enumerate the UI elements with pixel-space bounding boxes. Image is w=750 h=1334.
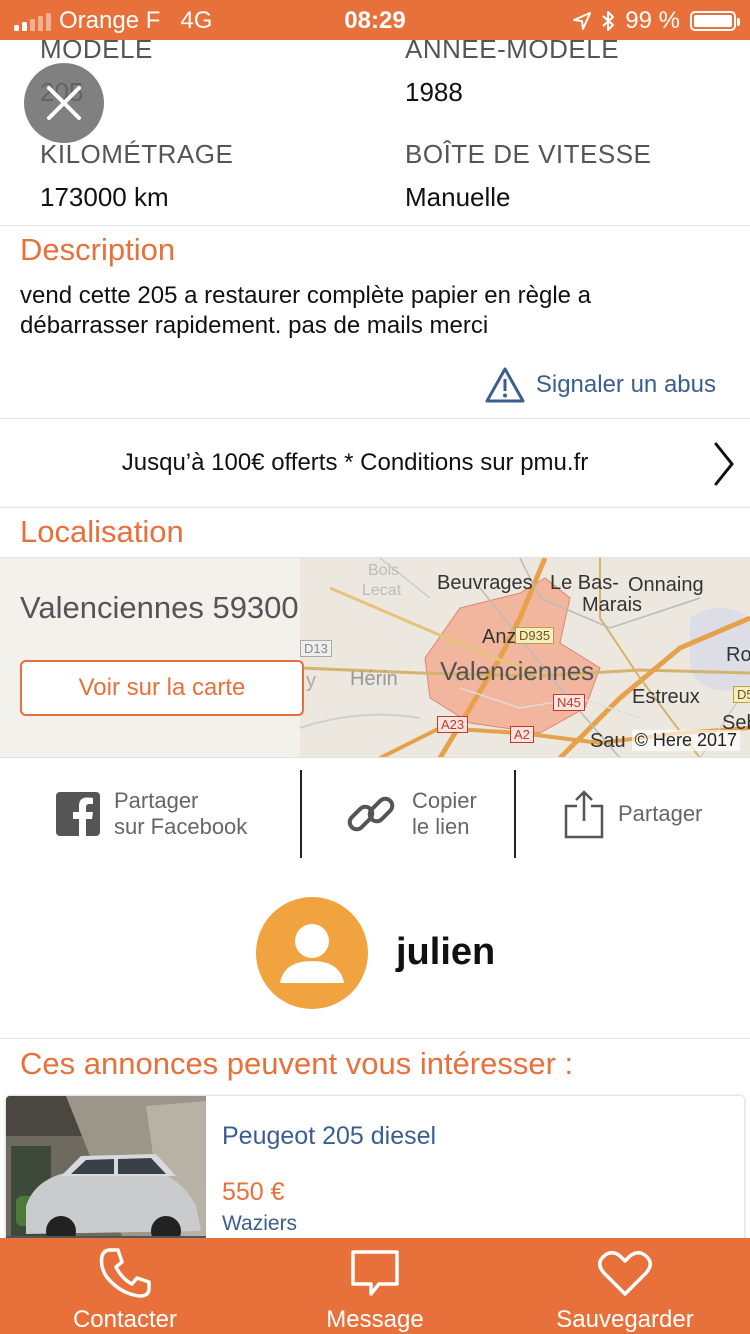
- heart-icon: [598, 1251, 652, 1296]
- listing-card[interactable]: Peugeot 205 diesel 550 € Waziers: [6, 1096, 744, 1246]
- listing-price: 550 €: [222, 1178, 285, 1206]
- map-label: Estreux: [632, 686, 700, 708]
- phone-icon: [99, 1248, 151, 1298]
- user-icon: [280, 924, 344, 983]
- report-abuse-label: Signaler un abus: [535, 371, 716, 398]
- map-label: Sau: [590, 730, 626, 752]
- map-label: Bois: [368, 562, 400, 579]
- bluetooth-icon: [602, 11, 615, 31]
- map-label: Valenciennes: [440, 656, 595, 686]
- contact-label: Contacter: [72, 1306, 178, 1333]
- road-shield: A23: [437, 716, 469, 733]
- attr-label: ANNÉE-MODÈLE: [405, 40, 620, 64]
- share-row: Partager sur Facebook Copier le lien Par…: [0, 770, 750, 858]
- recommendations-title: Ces annonces peuvent vous intéresser :: [20, 1046, 574, 1081]
- description-text: vend cette 205 a restaurer complète papi…: [20, 282, 592, 339]
- copy-link-button[interactable]: Copier le lien: [344, 770, 477, 858]
- divider: [0, 1038, 750, 1039]
- location-map[interactable]: Bois Lecat Beuvrages Le Bas- Marais Onna…: [0, 557, 750, 758]
- share-facebook-label: sur Facebook: [114, 814, 248, 839]
- battery-icon: [690, 11, 740, 31]
- copy-link-label: le lien: [412, 814, 470, 839]
- listing-title: Peugeot 205 diesel: [222, 1122, 437, 1150]
- divider: [514, 770, 516, 858]
- report-abuse-link[interactable]: Signaler un abus: [484, 366, 716, 404]
- seller-name[interactable]: julien: [396, 931, 495, 974]
- map-label: Le Bas-: [550, 572, 619, 594]
- attr-label: KILOMÉTRAGE: [40, 139, 234, 169]
- divider: [0, 507, 750, 508]
- map-label: Ro: [726, 644, 750, 666]
- map-label: Beuvrages: [437, 572, 533, 594]
- close-button[interactable]: [24, 63, 104, 143]
- message-label: Message: [326, 1306, 424, 1333]
- share-facebook-button[interactable]: Partager sur Facebook: [56, 770, 247, 858]
- share-icon: [564, 790, 604, 839]
- listing-thumbnail: [6, 1096, 206, 1246]
- warning-icon: [485, 367, 525, 403]
- close-icon: [47, 86, 81, 120]
- attr-value: 173000 km: [40, 182, 169, 212]
- view-map-button[interactable]: Voir sur la carte: [20, 660, 304, 716]
- attr-label: MODÈLE: [40, 40, 153, 64]
- listing-location: Waziers: [222, 1212, 298, 1235]
- description-title: Description: [20, 232, 176, 267]
- facebook-icon: [56, 792, 100, 836]
- promo-text: Jusqu’à 100€ offerts * Conditions sur pm…: [121, 449, 589, 476]
- road-shield: D13: [300, 640, 332, 657]
- message-button[interactable]: Message: [250, 1238, 500, 1334]
- location-arrow-icon: [573, 12, 592, 30]
- save-button[interactable]: Sauvegarder: [500, 1238, 750, 1334]
- contact-button[interactable]: Contacter: [0, 1238, 250, 1334]
- chevron-right-icon: [714, 442, 734, 486]
- divider: [300, 770, 302, 858]
- share-button[interactable]: Partager: [564, 770, 702, 858]
- share-label: Partager: [618, 801, 703, 826]
- message-icon: [351, 1250, 399, 1296]
- attr-value: 1988: [405, 77, 463, 107]
- bottom-action-bar: Contacter Message Sauvegarder: [0, 1238, 750, 1334]
- road-shield: N45: [553, 694, 585, 711]
- map-label: Lecat: [362, 582, 402, 599]
- location-city: Valenciennes 59300: [20, 590, 299, 625]
- map-label: Onnaing: [628, 574, 704, 596]
- road-shield: D5: [733, 686, 750, 703]
- attr-label: BOÎTE DE VITESSE: [405, 139, 652, 169]
- save-label: Sauvegarder: [556, 1306, 694, 1333]
- location-title: Localisation: [20, 514, 184, 549]
- attr-mileage: KILOMÉTRAGE 173000 km: [40, 139, 370, 213]
- vehicle-attributes: MODÈLE 205 ANNÉE-MODÈLE 1988 KILOMÉTRAGE…: [0, 40, 750, 226]
- attr-model-year: ANNÉE-MODÈLE 1988: [405, 40, 735, 108]
- map-label: Hérin: [350, 668, 398, 690]
- link-icon: [347, 796, 395, 832]
- map-credit: © Here 2017: [631, 730, 740, 751]
- status-bar: Orange F 4G 08:29 99 %: [0, 0, 750, 40]
- road-shield: A2: [510, 726, 534, 743]
- battery-percent: 99 %: [625, 7, 680, 34]
- promo-banner[interactable]: Jusqu’à 100€ offerts * Conditions sur pm…: [0, 419, 750, 507]
- copy-link-label: Copier: [412, 788, 477, 813]
- attr-value: Manuelle: [405, 182, 511, 212]
- avatar[interactable]: [256, 897, 368, 1009]
- road-shield: D935: [515, 627, 555, 644]
- share-facebook-label: Partager: [114, 788, 199, 813]
- map-label: y: [306, 670, 316, 692]
- map-label: Marais: [582, 594, 643, 616]
- attr-gearbox: BOÎTE DE VITESSE Manuelle: [405, 139, 735, 213]
